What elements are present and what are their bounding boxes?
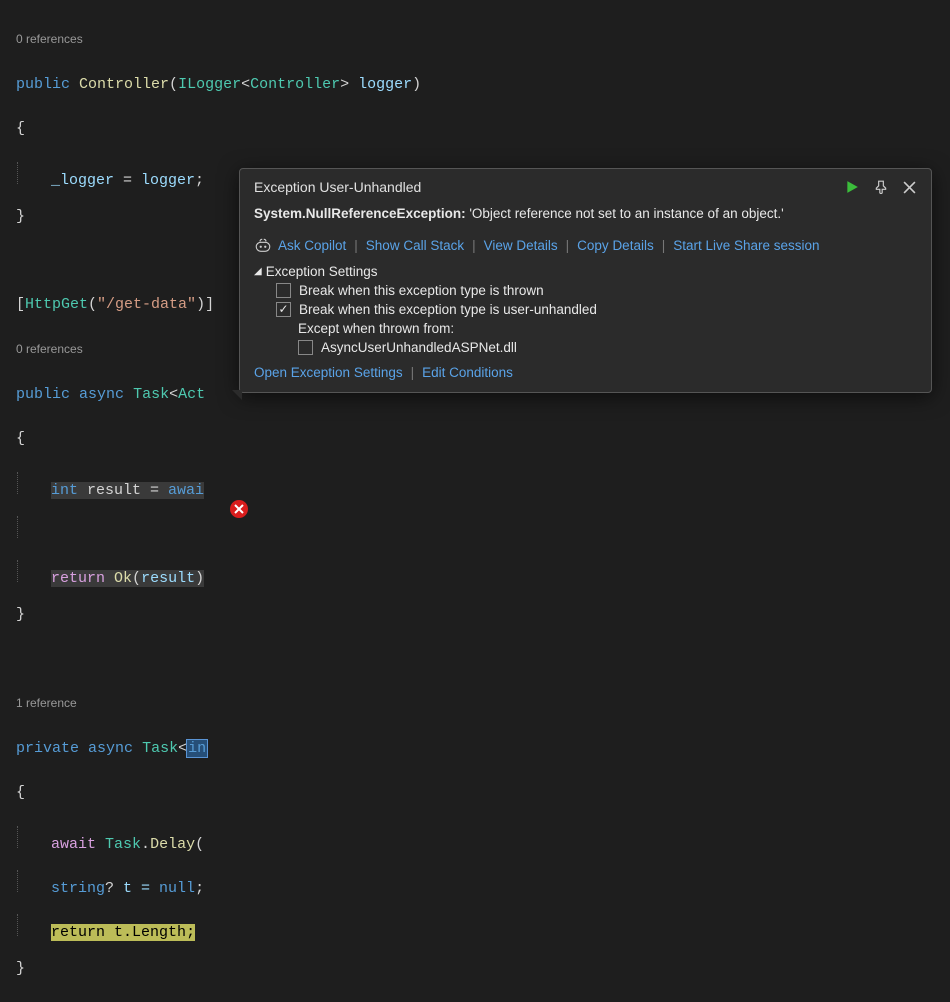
code-line[interactable]: } [16,604,950,626]
popup-title: Exception User-Unhandled [254,179,421,195]
exception-settings-expander[interactable]: ◢ Exception Settings [254,264,917,279]
expand-icon: ◢ [254,266,262,277]
live-share-link[interactable]: Start Live Share session [673,238,819,253]
except-when-label: Except when thrown from: [298,321,917,336]
break-user-unhandled-label: Break when this exception type is user-u… [299,302,597,317]
break-thrown-checkbox[interactable] [276,283,291,298]
code-line[interactable]: } [16,958,950,980]
codelens-references[interactable]: 1 reference [16,692,950,714]
code-line[interactable]: { [16,782,950,804]
code-line[interactable]: return Ok(result) [16,560,950,582]
exception-actions: Ask Copilot | Show Call Stack | View Det… [254,238,917,254]
show-call-stack-link[interactable]: Show Call Stack [366,238,464,253]
blank-line [16,516,950,538]
popup-tail [232,390,242,400]
code-editor[interactable]: 0 references public Controller(ILogger<C… [0,0,950,1002]
pin-icon[interactable] [873,180,888,195]
break-thrown-label: Break when this exception type is thrown [299,283,544,298]
open-exception-settings-link[interactable]: Open Exception Settings [254,365,403,380]
code-line[interactable]: string? t = null; [16,870,950,892]
close-icon[interactable] [902,180,917,195]
continue-icon[interactable] [844,180,859,195]
code-line[interactable]: int result = awai [16,472,950,494]
code-line[interactable]: public Controller(ILogger<Controller> lo… [16,74,950,96]
edit-conditions-link[interactable]: Edit Conditions [422,365,513,380]
ask-copilot-link[interactable]: Ask Copilot [278,238,346,253]
code-line[interactable]: await Task.Delay( [16,826,950,848]
except-dll-label: AsyncUserUnhandledASPNet.dll [321,340,517,355]
except-dll-checkbox[interactable] [298,340,313,355]
copy-details-link[interactable]: Copy Details [577,238,654,253]
blank-line [16,648,950,670]
break-user-unhandled-checkbox[interactable]: ✓ [276,302,291,317]
code-line[interactable]: private async Task<in [16,738,950,760]
exception-popup: Exception User-Unhandled System.NullRefe… [239,168,932,393]
error-glyph-icon[interactable] [230,500,248,518]
codelens-references[interactable]: 0 references [16,28,950,50]
code-line[interactable]: { [16,428,950,450]
view-details-link[interactable]: View Details [484,238,558,253]
code-line[interactable]: return t.Length; [16,914,950,936]
code-line[interactable]: { [16,118,950,140]
copilot-icon [254,238,272,254]
exception-message: System.NullReferenceException: 'Object r… [254,205,917,224]
